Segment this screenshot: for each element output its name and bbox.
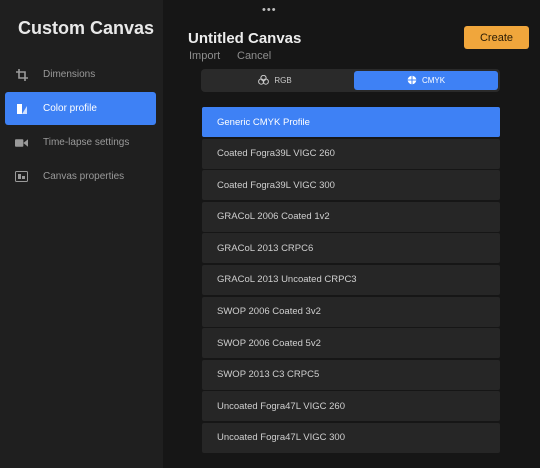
list-item[interactable]: Coated Fogra39L VIGC 300 bbox=[202, 170, 500, 201]
globe-icon bbox=[407, 75, 417, 87]
sidebar-item-label: Canvas properties bbox=[43, 171, 125, 182]
tab-label: RGB bbox=[274, 76, 292, 85]
tab-label: CMYK bbox=[421, 76, 446, 85]
color-profile-list: Generic CMYK Profile Coated Fogra39L VIG… bbox=[202, 107, 500, 455]
sidebar-item-time-lapse[interactable]: Time-lapse settings bbox=[5, 126, 156, 159]
sidebar-title: Custom Canvas bbox=[18, 18, 155, 38]
sidebar-item-canvas-properties[interactable]: Canvas properties bbox=[5, 160, 156, 193]
import-button[interactable]: Import bbox=[189, 50, 220, 62]
list-item-label: Uncoated Fogra47L VIGC 300 bbox=[217, 432, 345, 444]
list-item[interactable]: GRACoL 2006 Coated 1v2 bbox=[202, 201, 500, 232]
sidebar-item-label: Time-lapse settings bbox=[43, 137, 130, 148]
list-item[interactable]: SWOP 2013 C3 CRPC5 bbox=[202, 359, 500, 390]
list-item[interactable]: Generic CMYK Profile bbox=[202, 107, 500, 137]
list-item[interactable]: GRACoL 2013 CRPC6 bbox=[202, 233, 500, 264]
list-item-label: GRACoL 2006 Coated 1v2 bbox=[217, 211, 330, 223]
list-item[interactable]: Coated Fogra39L VIGC 260 bbox=[202, 138, 500, 169]
create-button[interactable]: Create bbox=[464, 26, 529, 49]
color-mode-segmented-control: RGB CMYK bbox=[201, 69, 500, 92]
page-title: Untitled Canvas bbox=[188, 30, 302, 47]
list-item-label: GRACoL 2013 Uncoated CRPC3 bbox=[217, 274, 357, 286]
sidebar-item-dimensions[interactable]: Dimensions bbox=[5, 58, 156, 91]
list-item-label: SWOP 2006 Coated 5v2 bbox=[217, 337, 321, 349]
crop-icon bbox=[15, 68, 28, 81]
cancel-button[interactable]: Cancel bbox=[237, 50, 271, 62]
sidebar-item-color-profile[interactable]: Color profile bbox=[5, 92, 156, 125]
sidebar-item-label: Color profile bbox=[43, 103, 97, 114]
list-item[interactable]: SWOP 2006 Coated 5v2 bbox=[202, 328, 500, 359]
list-item-label: Generic CMYK Profile bbox=[217, 116, 310, 128]
color-profile-icon bbox=[15, 102, 28, 115]
tab-rgb[interactable]: RGB bbox=[203, 71, 347, 90]
list-item-label: Uncoated Fogra47L VIGC 260 bbox=[217, 400, 345, 412]
video-camera-icon bbox=[15, 136, 28, 149]
canvas-properties-icon bbox=[15, 170, 28, 183]
rgb-circles-icon bbox=[258, 74, 270, 87]
sidebar: Custom Canvas Dimensions Color profile T… bbox=[0, 0, 163, 468]
list-item[interactable]: SWOP 2006 Coated 3v2 bbox=[202, 296, 500, 327]
list-item-label: GRACoL 2013 CRPC6 bbox=[217, 242, 314, 254]
list-item-label: SWOP 2006 Coated 3v2 bbox=[217, 306, 321, 318]
list-item[interactable]: GRACoL 2013 Uncoated CRPC3 bbox=[202, 264, 500, 295]
list-item-label: Coated Fogra39L VIGC 300 bbox=[217, 179, 335, 191]
more-options-handle[interactable]: ••• bbox=[262, 4, 277, 16]
list-item[interactable]: Uncoated Fogra47L VIGC 260 bbox=[202, 391, 500, 422]
list-item-label: SWOP 2013 C3 CRPC5 bbox=[217, 369, 320, 381]
list-item[interactable]: Uncoated Fogra47L VIGC 300 bbox=[202, 422, 500, 453]
sidebar-item-label: Dimensions bbox=[43, 69, 96, 80]
list-item-label: Coated Fogra39L VIGC 260 bbox=[217, 148, 335, 160]
tab-cmyk[interactable]: CMYK bbox=[354, 71, 498, 90]
